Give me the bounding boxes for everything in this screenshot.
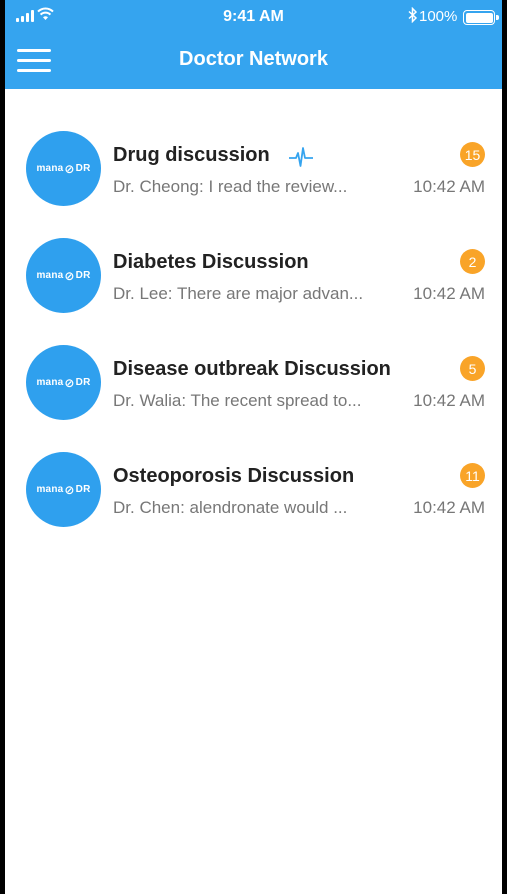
chat-name: Disease outbreak Discussion <box>113 358 391 380</box>
link-icon: ⊘ <box>64 375 75 390</box>
chat-row[interactable]: mana ⊘ DR Osteoporosis Discussion 11 Dr. C… <box>5 448 502 530</box>
avatar: mana ⊘ DR <box>26 345 101 420</box>
chat-name: Diabetes Discussion <box>113 251 309 273</box>
avatar-logo-left: mana <box>36 484 64 495</box>
avatar-logo-right: DR <box>75 163 91 174</box>
avatar: mana ⊘ DR <box>26 452 101 527</box>
phone-screen: 9:41 AM 100% Doctor Network mana ⊘ DR Drug… <box>5 0 502 894</box>
chat-name: Osteoporosis Discussion <box>113 465 355 487</box>
chat-preview: Dr. Lee: There are major advan... <box>113 284 364 303</box>
battery-percent: 100% <box>419 8 458 25</box>
chat-time: 10:42 AM <box>413 177 485 196</box>
chat-row[interactable]: mana ⊘ DR Drug discussion 15 Dr. Cheong: I… <box>5 127 502 209</box>
unread-badge: 2 <box>460 249 485 274</box>
avatar-logo-right: DR <box>75 270 91 281</box>
link-icon: ⊘ <box>64 268 75 283</box>
avatar-logo-left: mana <box>36 377 64 388</box>
unread-badge: 15 <box>460 142 485 167</box>
chat-time: 10:42 AM <box>413 284 485 303</box>
chat-preview: Dr. Chen: alendronate would ... <box>113 498 348 517</box>
unread-badge: 5 <box>460 356 485 381</box>
page-title: Doctor Network <box>179 48 328 70</box>
battery-icon <box>463 10 499 25</box>
unread-badge: 11 <box>460 463 485 488</box>
avatar-logo-right: DR <box>75 377 91 388</box>
avatar-logo-right: DR <box>75 484 91 495</box>
chat-row[interactable]: mana ⊘ DR Disease outbreak Discussion 5 Dr… <box>5 341 502 423</box>
avatar: mana ⊘ DR <box>26 131 101 206</box>
link-icon: ⊘ <box>64 161 75 176</box>
avatar-logo-left: mana <box>36 270 64 281</box>
chat-preview: Dr. Walia: The recent spread to... <box>113 391 362 410</box>
chat-time: 10:42 AM <box>413 498 485 517</box>
avatar-logo-left: mana <box>36 163 64 174</box>
link-icon: ⊘ <box>64 482 75 497</box>
chat-time: 10:42 AM <box>413 391 485 410</box>
top-bar: 9:41 AM 100% Doctor Network <box>5 0 502 89</box>
status-bar: 9:41 AM 100% <box>5 0 502 34</box>
chat-name: Drug discussion <box>113 144 270 166</box>
pulse-icon <box>289 147 313 167</box>
avatar: mana ⊘ DR <box>26 238 101 313</box>
bluetooth-icon <box>408 7 417 23</box>
chat-row[interactable]: mana ⊘ DR Diabetes Discussion 2 Dr. Lee: T… <box>5 234 502 316</box>
chat-preview: Dr. Cheong: I read the review... <box>113 177 348 196</box>
